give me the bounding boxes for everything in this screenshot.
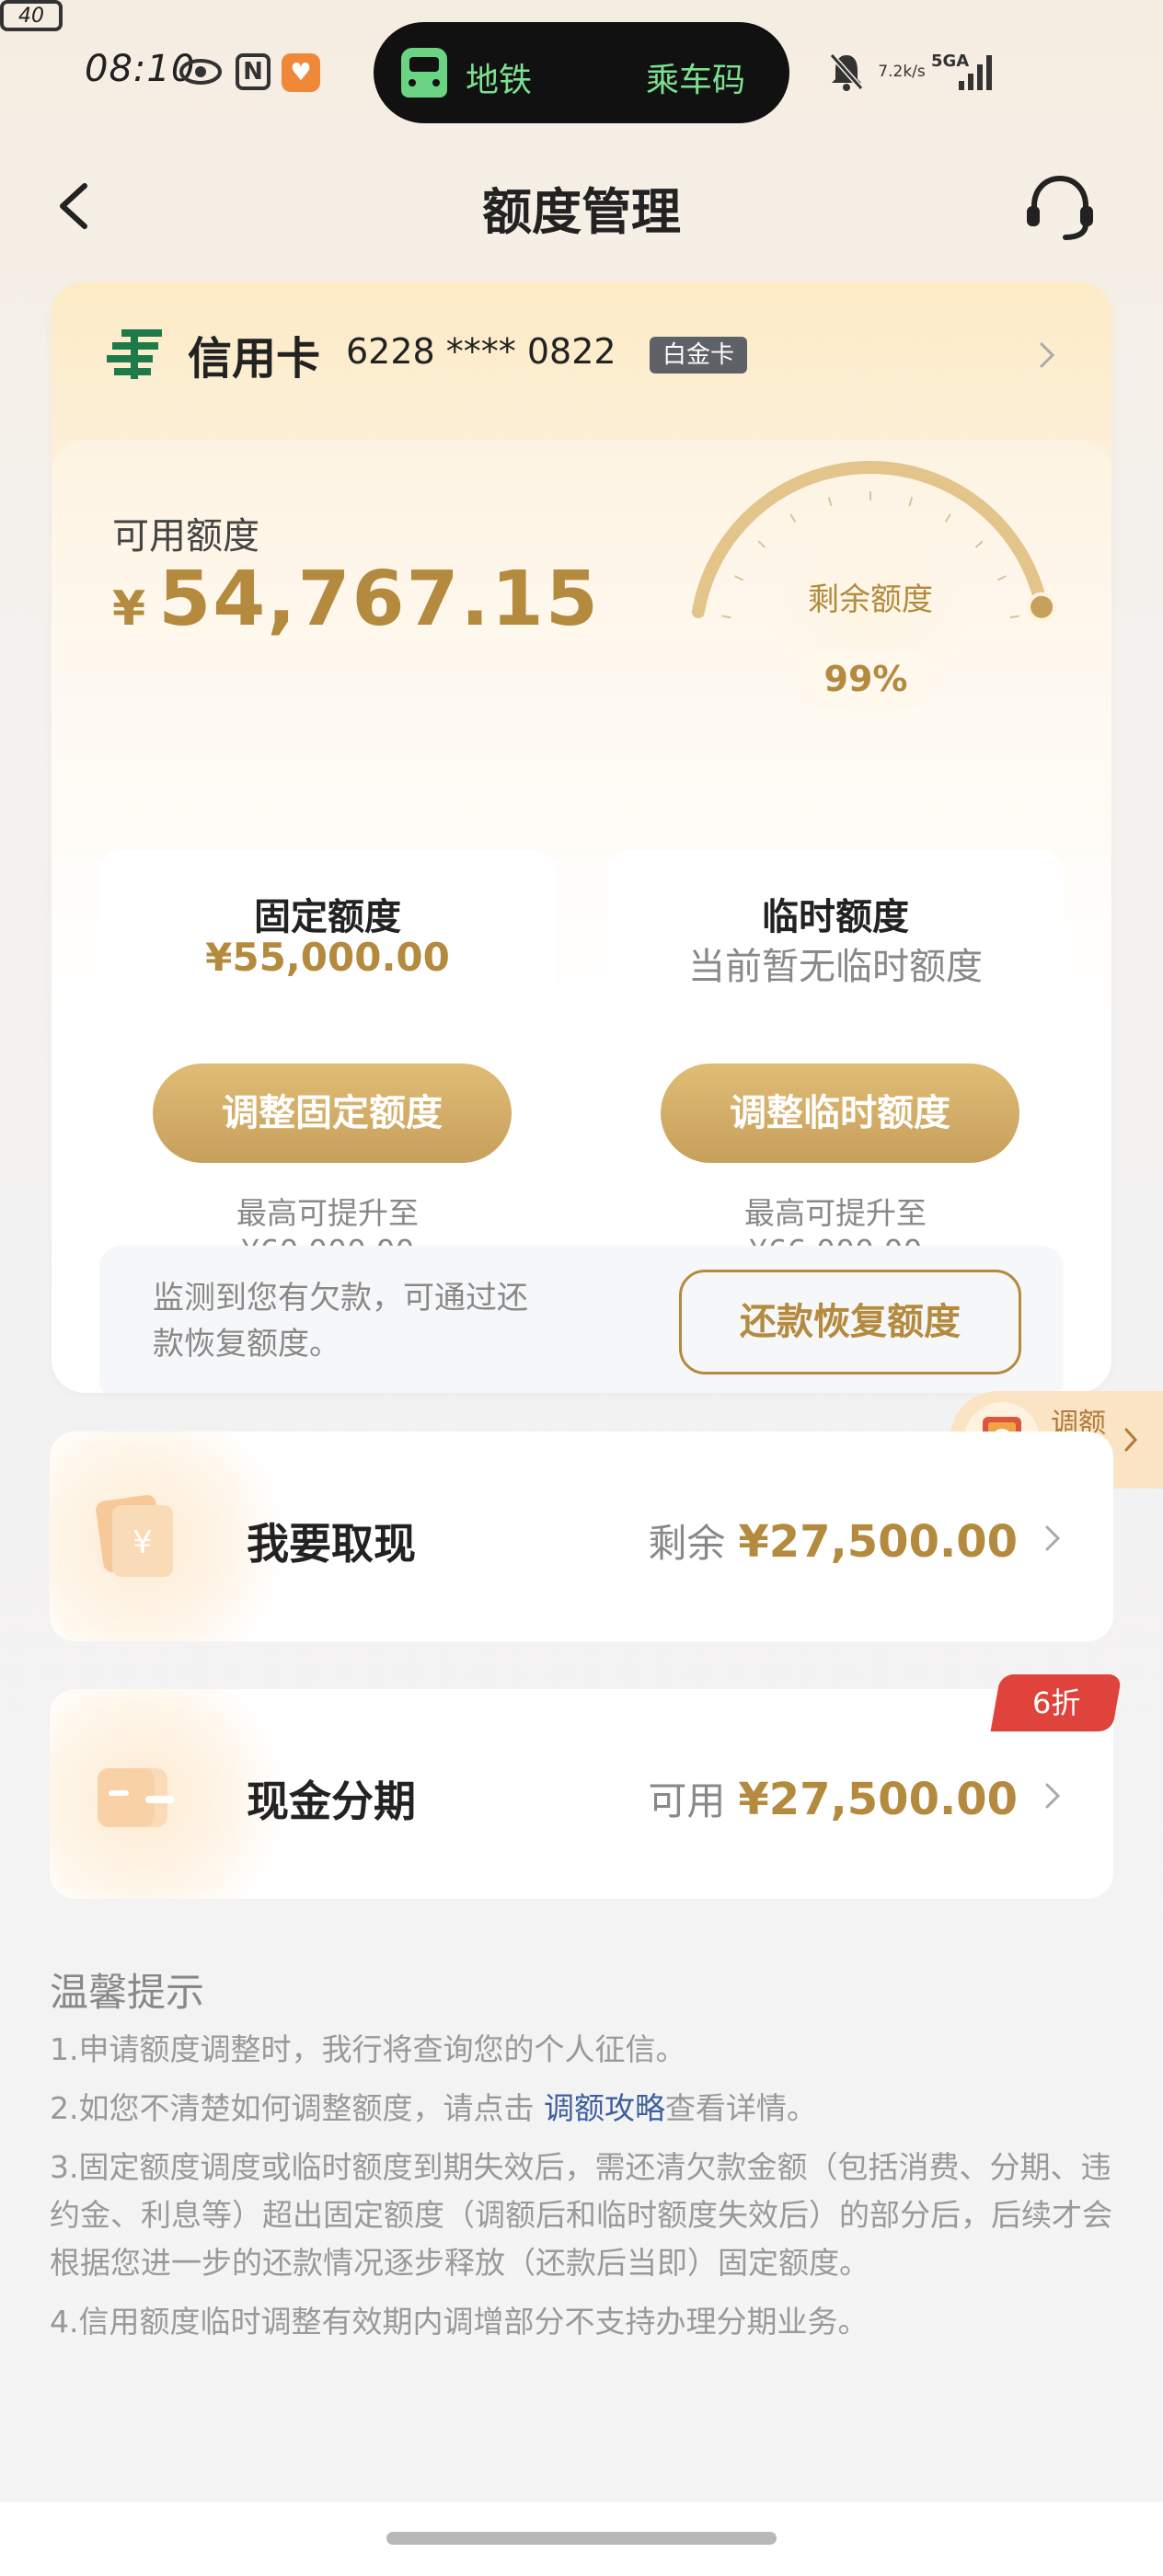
mute-bell-icon xyxy=(826,46,867,98)
signal-icon: 5GA xyxy=(931,46,997,98)
note-item-1: 1.申请额度调整时，我行将查询您的个人征信。 xyxy=(50,2031,686,2067)
cash-withdrawal-value: 剩余 ¥27,500.00 xyxy=(648,1512,1018,1569)
cash-card-icon: ¥ xyxy=(90,1490,182,1582)
customer-service-icon[interactable] xyxy=(1021,171,1099,245)
network-type: 5GA xyxy=(931,52,969,71)
cash-installment-sub: 可用 xyxy=(648,1778,726,1823)
train-icon xyxy=(401,48,447,98)
repay-message-line2: 款恢复额度。 xyxy=(153,1326,340,1363)
svg-text:¥: ¥ xyxy=(132,1524,153,1561)
nfc-icon: N xyxy=(236,53,271,90)
note-item-4: 4.信用额度临时调整有效期内调增部分不支持办理分期业务。 xyxy=(50,2304,869,2340)
network-speed: 7.2 k/s xyxy=(878,46,925,98)
credit-card-panel: 信用卡 6228 **** 0822 白金卡 可用额度 ¥54,767.15 剩… xyxy=(52,282,1111,1393)
gauge-tick xyxy=(1009,615,1019,619)
fixed-max-label: 最高可提升至 xyxy=(236,1195,419,1231)
bank-logo-icon xyxy=(103,326,166,383)
note-item-2-after: 查看详情。 xyxy=(664,2090,817,2126)
gauge-tick xyxy=(734,575,744,581)
gauge-tick xyxy=(789,513,797,523)
note-item-2-before: 2.如您不清楚如何调整额度，请点击 xyxy=(50,2090,544,2126)
cash-installment-amount: ¥27,500.00 xyxy=(738,1774,1018,1825)
gauge-tick xyxy=(721,615,731,619)
available-limit-amount: ¥54,767.15 xyxy=(112,556,600,643)
gauge-percent: 99% xyxy=(797,650,935,708)
cash-withdrawal-sub: 剩余 xyxy=(648,1521,726,1566)
note-item-2: 2.如您不清楚如何调整额度，请点击 调额攻略查看详情。 xyxy=(50,2085,1117,2133)
card-number: 6228 **** 0822 xyxy=(346,331,616,372)
temp-limit-note: 当前暂无临时额度 xyxy=(688,946,983,988)
strategy-link[interactable]: 调额攻略 xyxy=(544,2090,665,2126)
speed-value: 7.2 xyxy=(878,63,904,81)
status-bar: 08:10 N ♥ 地铁 乘车码 7.2 k/s 5GA 40 xyxy=(0,0,1163,138)
page-title: 额度管理 xyxy=(482,183,681,241)
note-item-3: 3.固定额度调度或临时额度到期失效后，需还清欠款金额（包括消费、分期、违约金、利… xyxy=(50,2149,1112,2281)
temp-limit-title: 临时额度 xyxy=(762,896,909,938)
currency-symbol: ¥ xyxy=(112,581,148,637)
card-header[interactable]: 信用卡 6228 **** 0822 白金卡 xyxy=(52,282,1111,466)
gauge-tick xyxy=(996,575,1007,581)
fixed-limit-title: 固定额度 xyxy=(254,896,401,938)
cash-installment-row[interactable]: 现金分期 可用 ¥27,500.00 xyxy=(50,1689,1113,1899)
temp-max-label: 最高可提升至 xyxy=(744,1195,927,1231)
discount-badge-text: 6折 xyxy=(1031,1685,1081,1720)
chevron-right-icon xyxy=(1043,1522,1062,1555)
battery-icon: 40 xyxy=(0,0,63,31)
metro-pill[interactable]: 地铁 乘车码 xyxy=(374,22,789,123)
repay-message-line1: 监测到您有欠款，可通过还 xyxy=(153,1280,528,1317)
repay-restore-button[interactable]: 还款恢复额度 xyxy=(679,1270,1021,1374)
cash-withdrawal-row[interactable]: ¥ 我要取现 剩余 ¥27,500.00 xyxy=(50,1432,1113,1641)
available-limit-label: 可用额度 xyxy=(112,515,259,558)
available-amount-value: 54,767.15 xyxy=(158,556,600,643)
gauge-tick xyxy=(944,513,951,523)
pill-label-metro: 地铁 xyxy=(466,62,533,99)
repay-panel: 监测到您有欠款，可通过还 款恢复额度。 还款恢复额度 xyxy=(99,1246,1064,1393)
chevron-right-icon xyxy=(1036,337,1058,374)
notes-list: 1.申请额度调整时，我行将查询您的个人征信。 2.如您不清楚如何调整额度，请点击… xyxy=(50,2026,1117,2357)
cash-withdrawal-amount: ¥27,500.00 xyxy=(738,1516,1018,1568)
speed-unit: k/s xyxy=(903,63,926,81)
cash-installment-label: 现金分期 xyxy=(247,1777,416,1826)
cash-installment-value: 可用 ¥27,500.00 xyxy=(648,1770,1018,1826)
repay-message: 监测到您有欠款，可通过还 款恢复额度。 xyxy=(153,1275,528,1367)
card-type: 信用卡 xyxy=(188,333,321,385)
health-app-icon: ♥ xyxy=(282,53,320,92)
gauge-tick xyxy=(757,540,766,548)
fixed-limit-value: ¥55,000.00 xyxy=(205,935,450,980)
pill-label-code: 乘车码 xyxy=(646,62,746,99)
card-tier-badge: 白金卡 xyxy=(650,337,748,374)
eye-icon xyxy=(178,53,223,90)
notes-title: 温馨提示 xyxy=(50,1970,205,2015)
gauge-tick xyxy=(908,497,914,507)
chevron-right-icon xyxy=(1043,1779,1062,1812)
gauge-tick xyxy=(974,540,984,548)
adjust-fixed-limit-button[interactable]: 调整固定额度 xyxy=(153,1064,512,1163)
home-indicator[interactable] xyxy=(386,2532,777,2545)
chevron-right-icon xyxy=(1123,1424,1139,1455)
adjust-temp-limit-button[interactable]: 调整临时额度 xyxy=(661,1064,1019,1163)
cash-withdrawal-label: 我要取现 xyxy=(247,1519,416,1569)
wallet-icon xyxy=(90,1748,182,1840)
gauge-tick xyxy=(827,497,833,507)
gauge-label: 剩余额度 xyxy=(808,581,933,618)
discount-badge: 6折 xyxy=(990,1674,1123,1731)
